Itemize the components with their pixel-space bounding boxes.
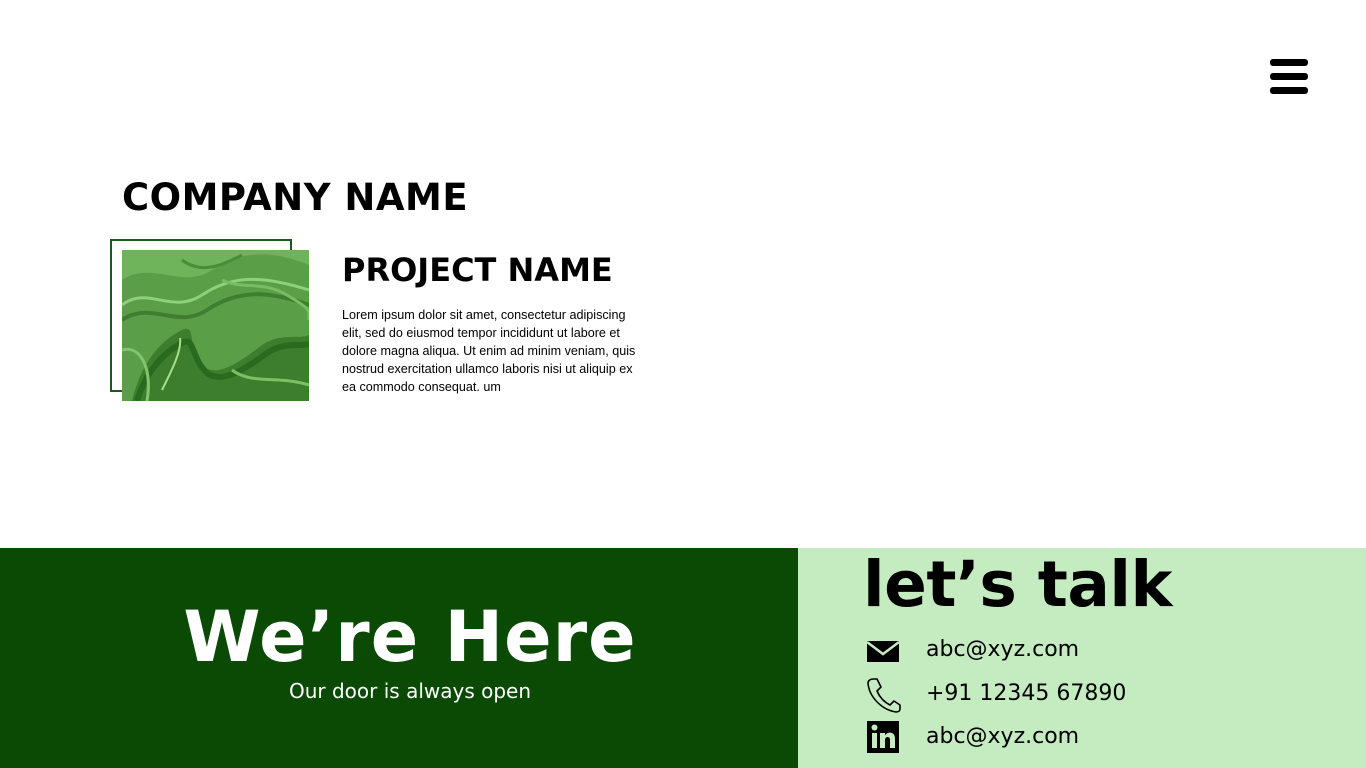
phone-icon <box>864 677 902 713</box>
page: COMPANY NAME PROJECT NAME Lorem ipsum do… <box>0 0 1366 768</box>
linkedin-icon <box>864 720 902 756</box>
menu-bar <box>1270 59 1308 66</box>
green-marble-image <box>122 250 309 401</box>
project-name: PROJECT NAME <box>342 251 613 289</box>
footer-heading: We’re Here <box>183 596 637 678</box>
contact-linkedin-text: abc@xyz.com <box>926 724 1080 749</box>
contact-phone-text: +91 12345 67890 <box>926 681 1127 706</box>
project-description: Lorem ipsum dolor sit amet, consectetur … <box>342 308 636 394</box>
menu-bar <box>1270 73 1308 80</box>
contact-heading: let’s talk <box>863 548 1172 621</box>
hamburger-menu-icon[interactable] <box>1270 59 1308 95</box>
contact-email-row[interactable]: abc@xyz.com <box>864 633 1264 669</box>
contact-phone-row[interactable]: +91 12345 67890 <box>864 677 1264 713</box>
contact-linkedin-row[interactable]: abc@xyz.com <box>864 720 1264 756</box>
contact-email-text: abc@xyz.com <box>926 637 1080 662</box>
envelope-icon <box>864 633 902 669</box>
company-name: COMPANY NAME <box>122 176 469 219</box>
menu-bar <box>1270 87 1308 94</box>
footer-subheading: Our door is always open <box>288 679 532 703</box>
